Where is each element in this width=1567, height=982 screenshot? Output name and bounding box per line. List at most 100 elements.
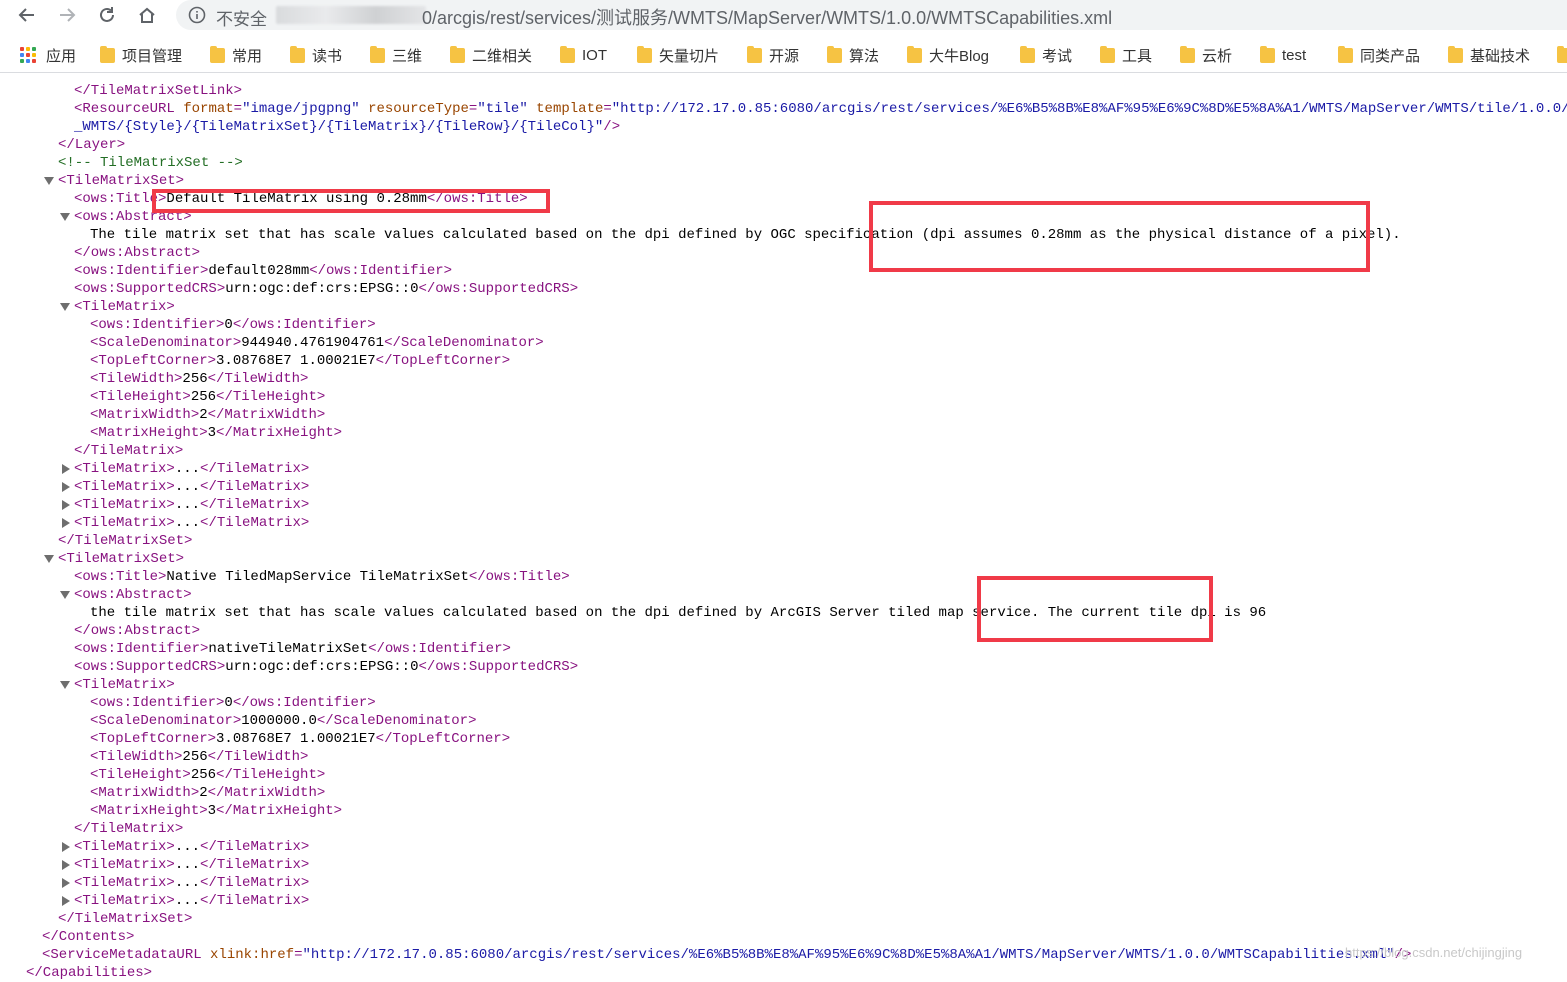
highlight-box-dpi-96 bbox=[977, 576, 1213, 642]
address-bar[interactable]: 不安全 0/arcgis/rest/services/测试服务/WMTS/Map… bbox=[176, 0, 1567, 30]
xml-line: </TileMatrixSet> bbox=[58, 911, 193, 927]
security-status: 不安全 bbox=[216, 10, 267, 29]
xml-line: <TileHeight>256</TileHeight> bbox=[90, 389, 326, 405]
xml-line: <ows:SupportedCRS>urn:ogc:def:crs:EPSG::… bbox=[74, 659, 579, 675]
collapse-toggle[interactable] bbox=[60, 303, 70, 311]
bookmark-item[interactable]: IOT bbox=[560, 45, 607, 65]
xml-line: </ows:Abstract> bbox=[74, 623, 201, 639]
bookmark-item[interactable]: 考试 bbox=[1020, 45, 1072, 65]
forward-button[interactable] bbox=[54, 2, 80, 28]
folder-icon bbox=[1448, 45, 1463, 63]
xml-line-resource-url: <ResourceURL format="image/jpgpng" resou… bbox=[74, 101, 1567, 117]
xml-line: </TileMatrixSetLink> bbox=[74, 83, 243, 99]
bookmark-label: 应用 bbox=[46, 47, 77, 65]
xml-line-service-metadata: <ServiceMetadataURL xlink:href="http://1… bbox=[42, 947, 1412, 963]
collapse-toggle[interactable] bbox=[60, 213, 70, 221]
expand-toggle[interactable] bbox=[62, 860, 70, 870]
bookmark-item[interactable]: 读书 bbox=[290, 45, 342, 65]
bookmark-item[interactable]: 基础技术 bbox=[1448, 45, 1530, 65]
bookmark-item[interactable]: 云析 bbox=[1180, 45, 1232, 65]
xml-line: <ows:Identifier>0</ows:Identifier> bbox=[90, 317, 376, 333]
xml-collapsed-node[interactable]: <TileMatrix>...</TileMatrix> bbox=[74, 838, 309, 856]
bookmark-item[interactable]: 二维相关 bbox=[450, 45, 532, 65]
xml-collapsed-node[interactable]: <TileMatrix>...</TileMatrix> bbox=[74, 514, 309, 532]
folder-icon bbox=[907, 45, 922, 63]
arrow-right-icon bbox=[60, 8, 76, 22]
info-icon[interactable] bbox=[188, 6, 206, 24]
xml-collapsed-node[interactable]: <TileMatrix>...</TileMatrix> bbox=[74, 460, 309, 478]
xml-collapsed-node[interactable]: <TileMatrix>...</TileMatrix> bbox=[74, 856, 309, 874]
bookmark-label: 算法 bbox=[849, 47, 880, 65]
xml-line: <MatrixWidth>2</MatrixWidth> bbox=[90, 785, 326, 801]
xml-line: <ows:Identifier>nativeTileMatrixSet</ows… bbox=[74, 641, 511, 657]
xml-line: </TileMatrixSet> bbox=[58, 533, 193, 549]
bookmark-item[interactable]: test bbox=[1260, 45, 1306, 65]
url-redacted bbox=[276, 6, 426, 24]
xml-line: _WMTS/{Style}/{TileMatrixSet}/{TileMatri… bbox=[74, 119, 621, 135]
collapse-toggle[interactable] bbox=[60, 591, 70, 599]
xml-line: </Capabilities> bbox=[26, 965, 153, 981]
collapse-toggle[interactable] bbox=[44, 555, 54, 563]
folder-icon bbox=[210, 45, 225, 63]
bookmark-item[interactable]: 常用 bbox=[210, 45, 262, 65]
expand-toggle[interactable] bbox=[62, 878, 70, 888]
xml-collapsed-node[interactable]: <TileMatrix>...</TileMatrix> bbox=[74, 478, 309, 496]
expand-toggle[interactable] bbox=[62, 482, 70, 492]
xml-line: <TopLeftCorner>3.08768E7 1.00021E7</TopL… bbox=[90, 353, 511, 369]
bookmark-item[interactable]: 算法 bbox=[827, 45, 879, 65]
xml-collapsed-node[interactable]: <TileMatrix>...</TileMatrix> bbox=[74, 496, 309, 514]
folder-icon bbox=[827, 45, 842, 63]
xml-collapsed-node[interactable]: <TileMatrix>...</TileMatrix> bbox=[74, 874, 309, 892]
highlight-box-dpi-note bbox=[869, 201, 1370, 272]
expand-toggle[interactable] bbox=[62, 500, 70, 510]
xml-line: </Layer> bbox=[58, 137, 126, 153]
bookmark-label: test bbox=[1282, 46, 1307, 64]
xml-line: <TileMatrix> bbox=[74, 677, 175, 693]
bookmark-item[interactable]: 开源 bbox=[747, 45, 799, 65]
bookmark-item[interactable]: 同类产品 bbox=[1338, 45, 1420, 65]
folder-icon bbox=[290, 45, 305, 63]
arrow-left-icon bbox=[18, 8, 34, 22]
expand-toggle[interactable] bbox=[62, 464, 70, 474]
bookmark-apps[interactable]: 应用 bbox=[20, 45, 76, 65]
home-button[interactable] bbox=[134, 2, 160, 28]
bookmark-label: 读书 bbox=[312, 47, 343, 65]
bookmark-item[interactable]: 三维 bbox=[370, 45, 422, 65]
folder-icon bbox=[100, 45, 115, 63]
xml-line: <TileMatrixSet> bbox=[58, 173, 185, 189]
bookmark-label: 大牛Blog bbox=[929, 47, 990, 65]
bookmark-label: 工具 bbox=[1122, 47, 1153, 65]
reload-button[interactable] bbox=[94, 2, 120, 28]
xml-line: <ScaleDenominator>944940.4761904761</Sca… bbox=[90, 335, 544, 351]
xml-line: <MatrixHeight>3</MatrixHeight> bbox=[90, 425, 343, 441]
collapse-toggle[interactable] bbox=[44, 177, 54, 185]
xml-line: </TileMatrix> bbox=[74, 443, 184, 459]
folder-icon bbox=[370, 45, 385, 63]
highlight-box-title bbox=[152, 189, 550, 213]
bookmark-item[interactable]: 矢量切片 bbox=[637, 45, 719, 65]
folder-icon bbox=[1338, 45, 1353, 63]
bookmark-overflow[interactable] bbox=[1557, 45, 1567, 65]
bookmark-label: 常用 bbox=[232, 47, 263, 65]
back-button[interactable] bbox=[14, 2, 40, 28]
folder-icon bbox=[747, 45, 762, 63]
xml-line: <ows:Abstract> bbox=[74, 587, 192, 603]
bookmark-label: 考试 bbox=[1042, 47, 1073, 65]
xml-line: <TileMatrixSet> bbox=[58, 551, 185, 567]
xml-line: <TileWidth>256</TileWidth> bbox=[90, 371, 309, 387]
expand-toggle[interactable] bbox=[62, 842, 70, 852]
xml-line: <TileWidth>256</TileWidth> bbox=[90, 749, 309, 765]
collapse-toggle[interactable] bbox=[60, 681, 70, 689]
xml-comment: <!-- TileMatrixSet --> bbox=[58, 155, 243, 171]
expand-toggle[interactable] bbox=[62, 896, 70, 906]
url-text[interactable]: 0/arcgis/rest/services/测试服务/WMTS/MapServ… bbox=[422, 4, 1112, 30]
expand-toggle[interactable] bbox=[62, 518, 70, 528]
home-icon bbox=[139, 7, 155, 23]
bookmark-label: 云析 bbox=[1202, 47, 1233, 65]
bookmark-item[interactable]: 项目管理 bbox=[100, 45, 182, 65]
bookmark-item[interactable]: 工具 bbox=[1100, 45, 1152, 65]
xml-line: </TileMatrix> bbox=[74, 821, 184, 837]
xml-collapsed-node[interactable]: <TileMatrix>...</TileMatrix> bbox=[74, 892, 309, 910]
bookmark-item[interactable]: 大牛Blog bbox=[907, 45, 989, 65]
bookmark-label: IOT bbox=[582, 46, 607, 64]
